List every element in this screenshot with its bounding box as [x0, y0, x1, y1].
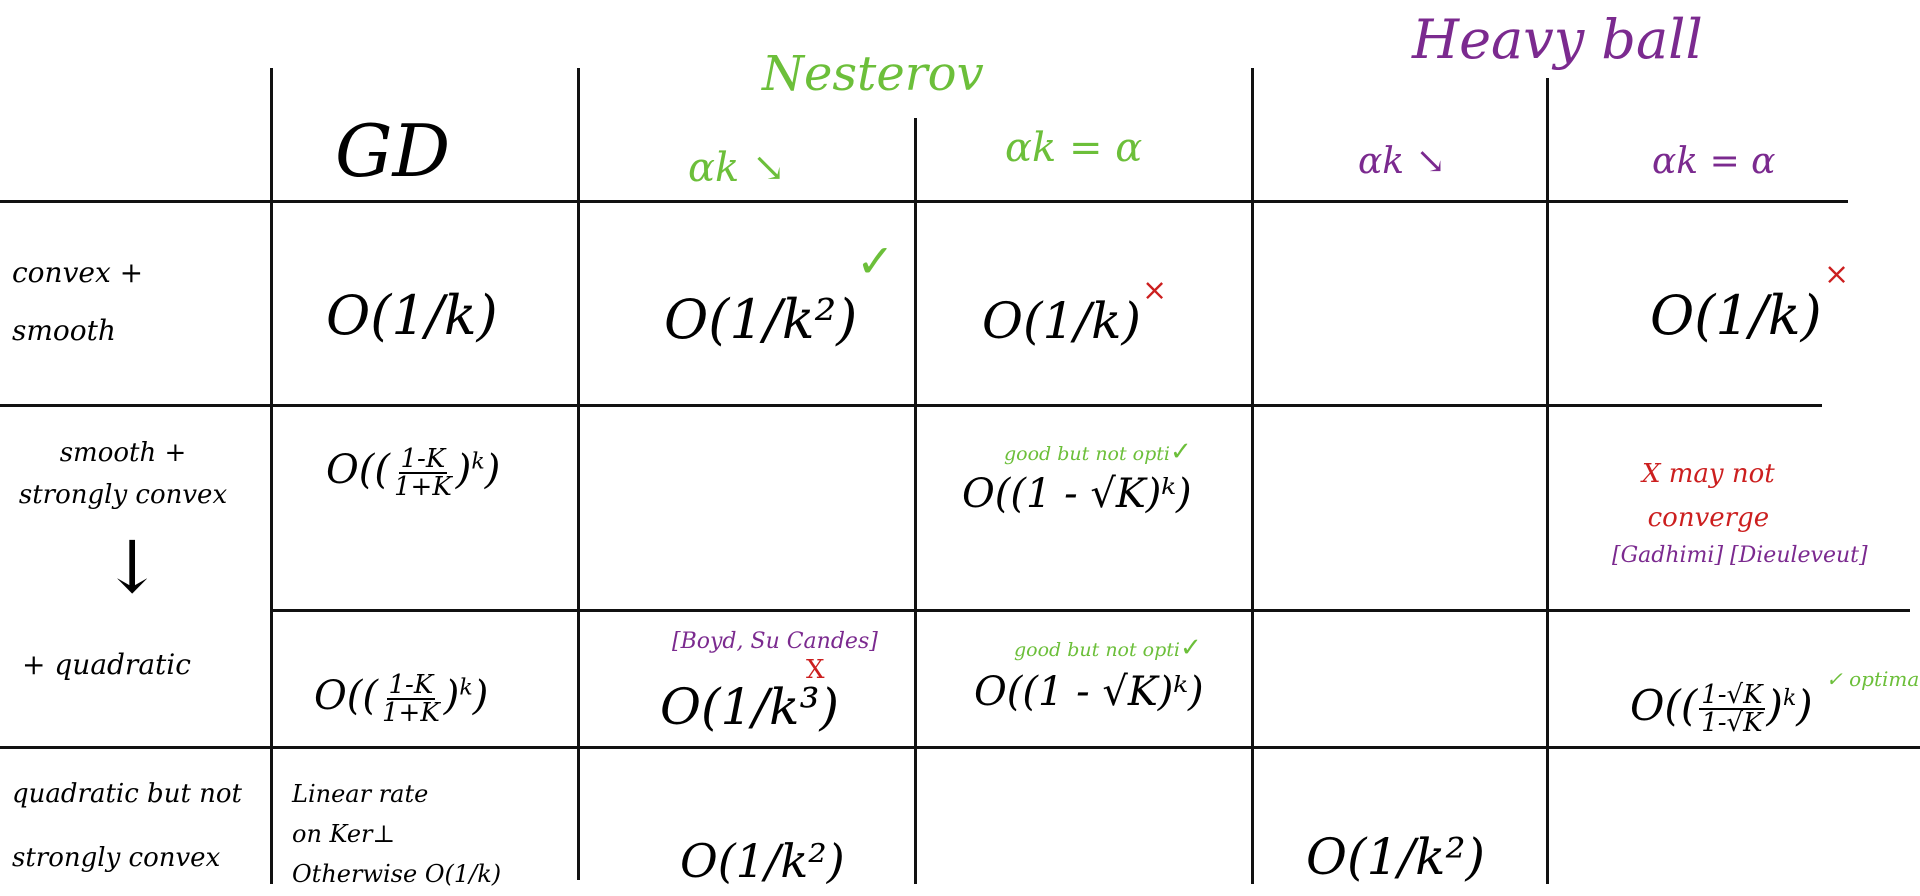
col-nesterov-split	[914, 118, 917, 884]
row2-separator	[270, 609, 1910, 612]
cross-icon: ×	[1824, 257, 1850, 292]
header-nesterov-constant: αk = α	[1005, 125, 1143, 171]
header-heavyball-decreasing: αk ↘	[1358, 141, 1446, 182]
cell-r3-nesterov-constant: O((1 - √K)ᵏ)	[974, 669, 1204, 715]
header-gd: GD	[335, 109, 451, 193]
note-r3-nesterov-constant: good but not opti✓	[1014, 633, 1202, 663]
cell-r4-gd: Linear rate on Ker⊥ Otherwise O(1/k)	[292, 780, 502, 888]
cell-r4-nesterov-decreasing: O(1/k²)	[680, 834, 845, 888]
refs-r2-heavyball: [Gadhimi] [Dieuleveut]	[1612, 543, 1868, 568]
cell-r3-nesterov-decreasing: O(1/k³)	[660, 678, 840, 736]
check-optimal-label: ✓ optimal	[1826, 667, 1920, 691]
row-label-quadratic: + quadratic	[22, 648, 191, 681]
cross-icon: X	[806, 655, 825, 685]
note-r2-nesterov-constant: good but not opti✓	[1004, 437, 1192, 467]
row-label-quadratic-not-strongly-convex: quadratic but not strongly convex	[12, 779, 243, 873]
col-heavyball-left	[1251, 68, 1254, 884]
header-separator	[0, 200, 1848, 203]
header-nesterov: Nesterov	[762, 46, 984, 102]
row-label-convex-smooth: convex + smooth	[12, 256, 144, 347]
cell-r2-gd: O((1-K 1+K)k)	[326, 444, 501, 502]
row3-separator	[0, 746, 1920, 749]
cell-r3-heavyball-constant: O((1-√K 1-√K)k)	[1630, 680, 1813, 738]
header-heavyball-constant: αk = α	[1652, 141, 1776, 182]
cell-r1-heavyball-constant: O(1/k)	[1650, 284, 1822, 347]
cell-r1-gd: O(1/k)	[326, 284, 498, 347]
down-arrow-icon: ↓	[102, 525, 163, 609]
whiteboard-table: GD Nesterov Heavy ball αk ↘ αk = α αk ↘ …	[0, 0, 1920, 896]
col-gd-left	[270, 68, 273, 884]
row-label-smooth-strongly-convex: smooth + strongly convex	[18, 438, 228, 510]
cell-r1-nesterov-decreasing: O(1/k²)	[664, 288, 858, 351]
fraction: 1-K 1+K	[394, 444, 452, 502]
header-nesterov-decreasing: αk ↘	[688, 145, 786, 191]
check-icon: ✓	[856, 234, 895, 288]
note-r2-heavyball-may-not-converge: X may not converge	[1642, 459, 1775, 533]
cell-r1-nesterov-constant: O(1/k)	[982, 292, 1141, 350]
header-heavy-ball: Heavy ball	[1412, 8, 1703, 71]
fraction: 1-K 1+K	[382, 670, 440, 728]
cell-r2-nesterov-constant: O((1 - √K)ᵏ)	[962, 471, 1192, 517]
cell-r3-gd: O((1-K 1+K)k)	[314, 670, 489, 728]
col-heavyball-split	[1546, 78, 1549, 884]
fraction: 1-√K 1-√K	[1699, 680, 1765, 738]
ref-r3-nesterov-decreasing: [Boyd, Su Candes]	[672, 629, 878, 654]
col-nesterov-left	[577, 68, 580, 880]
cell-r4-heavyball-decreasing: O(1/k²)	[1306, 828, 1486, 886]
cross-icon: ×	[1142, 273, 1168, 308]
